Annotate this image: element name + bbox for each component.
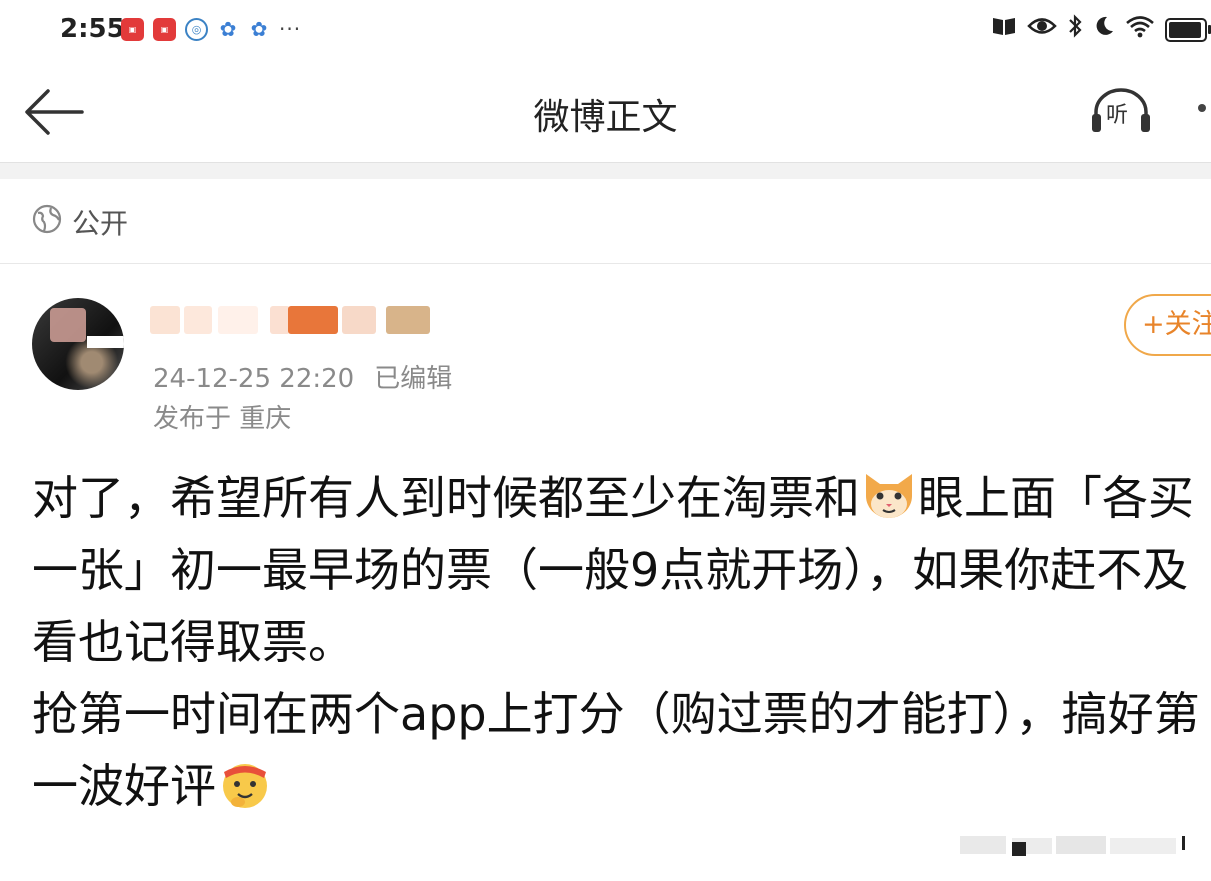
- eye-icon: [1027, 15, 1057, 44]
- listen-label: 听: [1106, 103, 1129, 128]
- system-icons: [991, 14, 1211, 45]
- post-text-paragraph2: 抢第一时间在两个app上打分（购过票的才能打），搞好第一波好评: [32, 687, 1200, 813]
- nav-bar: 微博正文 听: [0, 62, 1211, 163]
- post-body: 对了，希望所有人到时候都至少在淘票和 眼上面「各买一张」初一最早场的票（一般9点…: [32, 462, 1211, 822]
- visibility-label: 公开: [72, 207, 129, 240]
- visibility-row: 公开: [0, 179, 1211, 264]
- more-notifications-icon: ···: [279, 17, 302, 41]
- page-title: 微博正文: [533, 97, 678, 138]
- battery-icon: [1165, 17, 1211, 42]
- blurred-footer: [960, 828, 1200, 858]
- section-divider: [0, 163, 1211, 179]
- listen-button[interactable]: 听: [1090, 86, 1152, 136]
- cheering-emoji-icon: [223, 764, 267, 808]
- more-options-icon[interactable]: [1198, 104, 1206, 112]
- bluetooth-icon: [1067, 14, 1083, 45]
- moon-icon: [1093, 15, 1115, 44]
- wifi-icon: [1125, 14, 1155, 45]
- post-meta: 24-12-25 22:20 已编辑: [153, 358, 452, 395]
- book-icon: [991, 15, 1017, 44]
- post-timestamp: 24-12-25 22:20: [153, 364, 355, 394]
- status-time: 2:55: [60, 14, 125, 44]
- edited-badge[interactable]: 已编辑: [374, 364, 452, 394]
- huawei-app-icon-2: ▣: [153, 17, 176, 41]
- huawei-app-icon: ▣: [121, 17, 144, 41]
- post-text-part1: 对了，希望所有人到时候都至少在淘票和: [32, 471, 860, 525]
- post-location: 发布于 重庆: [153, 404, 292, 434]
- username-redacted[interactable]: [150, 302, 440, 336]
- notification-icons: ▣ ▣ ◎ ✿ ✿ ···: [121, 17, 301, 41]
- status-bar: 2:55 ▣ ▣ ◎ ✿ ✿ ···: [0, 0, 1211, 62]
- baidu-paw-icon-2: ✿: [250, 17, 268, 41]
- globe-icon: [32, 204, 62, 234]
- avatar[interactable]: [32, 298, 124, 390]
- follow-button[interactable]: +关注: [1124, 294, 1211, 356]
- baidu-paw-icon: ✿: [219, 17, 237, 41]
- cat-emoji-icon: [866, 474, 912, 518]
- browser-notification-icon: ◎: [185, 17, 208, 41]
